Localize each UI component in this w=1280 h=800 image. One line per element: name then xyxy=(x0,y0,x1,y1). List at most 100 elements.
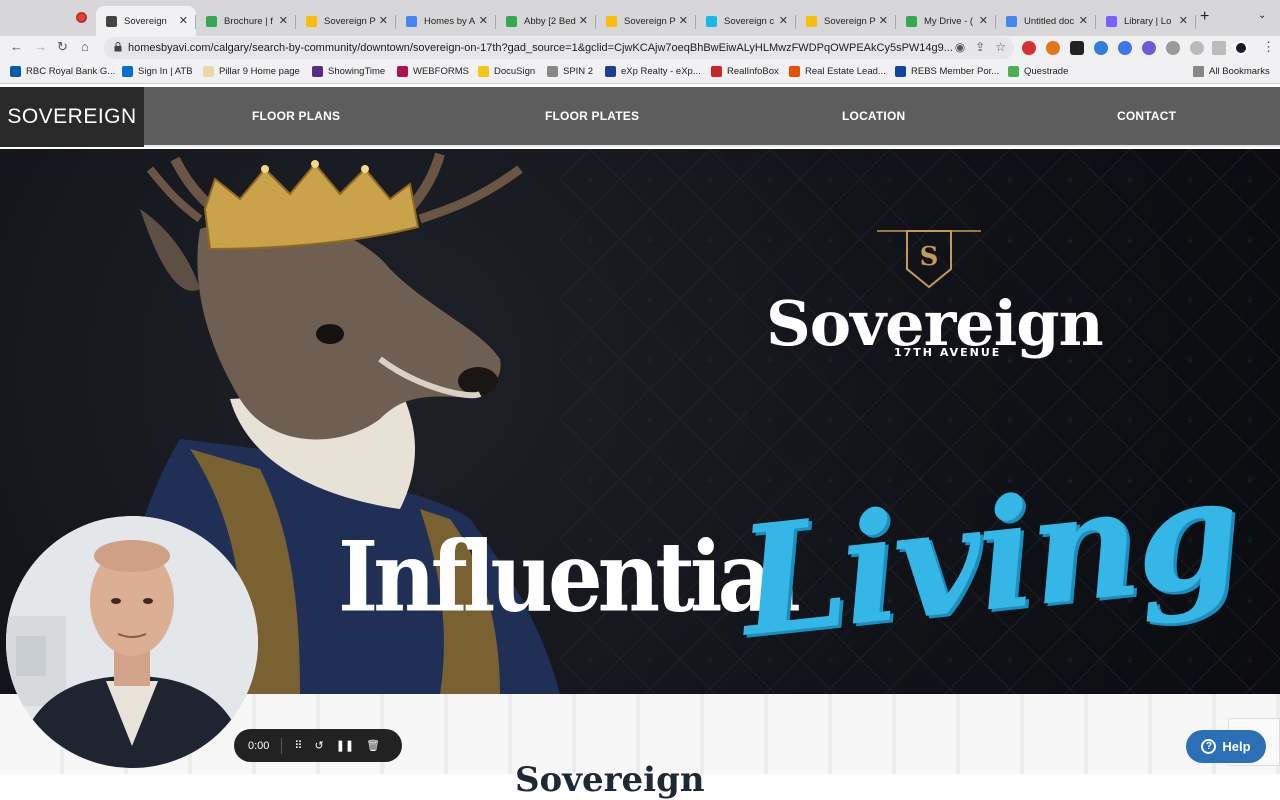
browser-tab[interactable]: Homes by A ✕ xyxy=(396,6,496,36)
close-tab-icon[interactable]: ✕ xyxy=(1179,14,1188,27)
tab-title: Sovereign P xyxy=(824,15,876,27)
drag-handle-icon[interactable]: ⠿ xyxy=(294,739,302,752)
new-tab-button[interactable]: + xyxy=(1200,8,1209,26)
nav-contact[interactable]: CONTACT xyxy=(1117,109,1176,123)
bookmark-item[interactable]: WEBFORMS xyxy=(397,66,469,77)
bookmark-favicon-icon xyxy=(711,66,722,77)
bookmark-item[interactable]: RBC Royal Bank G... xyxy=(10,66,115,77)
profile-avatar[interactable] xyxy=(1234,41,1248,55)
extension-icon[interactable] xyxy=(1094,41,1108,55)
extension-icon[interactable] xyxy=(1142,41,1156,55)
bookmark-favicon-icon xyxy=(478,66,489,77)
bookmark-favicon-icon xyxy=(122,66,133,77)
browser-tab[interactable]: Sovereign P ✕ xyxy=(596,6,696,36)
close-tab-icon[interactable]: ✕ xyxy=(179,14,188,27)
address-bar[interactable]: homesbyavi.com/calgary/search-by-communi… xyxy=(104,37,1014,59)
presenter-avatar xyxy=(6,516,258,768)
bookmark-item[interactable]: eXp Realty - eXp... xyxy=(605,66,701,77)
recording-timer: 0:00 xyxy=(248,739,270,752)
all-bookmarks-folder[interactable]: All Bookmarks xyxy=(1193,66,1270,77)
nav-floor-plans[interactable]: FLOOR PLANS xyxy=(252,109,340,123)
browser-tab[interactable]: Abby [2 Bed ✕ xyxy=(496,6,596,36)
browser-tab[interactable]: Sovereign c ✕ xyxy=(696,6,796,36)
tab-favicon-icon xyxy=(306,16,317,27)
bookmark-label: RBC Royal Bank G... xyxy=(26,66,116,77)
puzzle-icon[interactable] xyxy=(1166,41,1180,55)
extension-icon[interactable] xyxy=(1118,41,1132,55)
bookmark-item[interactable]: Pillar 9 Home page xyxy=(203,66,300,77)
browser-tab[interactable]: Library | Lo ✕ xyxy=(1096,6,1196,36)
reading-list-icon[interactable] xyxy=(1190,41,1204,55)
tab-search-chevron-icon[interactable]: ⌄ xyxy=(1258,10,1266,21)
menu-dots-icon[interactable]: ⋮ xyxy=(1262,39,1275,55)
close-tab-icon[interactable]: ✕ xyxy=(1079,14,1088,27)
section-title: Sovereign xyxy=(515,760,705,800)
webcam-bubble[interactable] xyxy=(6,516,258,768)
site-header: SOVEREIGN FLOOR PLANS FLOOR PLATES LOCAT… xyxy=(0,87,1280,147)
back-arrow-icon[interactable]: ← xyxy=(10,39,23,54)
browser-tab[interactable]: Untitled doc ✕ xyxy=(996,6,1096,36)
close-tab-icon[interactable]: ✕ xyxy=(479,14,488,27)
browser-tab-bar: Sovereign ✕ Brochure | f ✕ Sovereign P ✕ Homes… xyxy=(0,0,1280,36)
side-panel-icon[interactable] xyxy=(1212,41,1226,55)
pause-icon[interactable]: ❚❚ xyxy=(336,739,354,752)
browser-tab[interactable]: Brochure | f ✕ xyxy=(196,6,296,36)
bookmark-item[interactable]: Questrade xyxy=(1008,66,1068,77)
browser-tab[interactable]: Sovereign ✕ xyxy=(96,6,196,36)
close-tab-icon[interactable]: ✕ xyxy=(879,14,888,27)
folder-icon xyxy=(1193,66,1204,77)
forward-arrow-icon[interactable]: → xyxy=(34,39,47,54)
bookmark-label: RealInfoBox xyxy=(727,66,779,77)
bookmark-star-icon[interactable]: ☆ xyxy=(995,40,1006,54)
close-tab-icon[interactable]: ✕ xyxy=(779,14,788,27)
metamask-extension-icon[interactable] xyxy=(1046,41,1060,55)
recording-indicator-icon xyxy=(76,12,87,23)
reload-icon[interactable]: ↻ xyxy=(57,39,68,55)
bookmark-label: eXp Realty - eXp... xyxy=(621,66,701,77)
nav-location[interactable]: LOCATION xyxy=(842,109,905,123)
bookmark-item[interactable]: DocuSign xyxy=(478,66,535,77)
tab-title: Untitled doc xyxy=(1024,15,1075,27)
bookmark-label: Real Estate Lead... xyxy=(805,66,886,77)
bookmark-item[interactable]: ShowingTime xyxy=(312,66,385,77)
bookmark-item[interactable]: Real Estate Lead... xyxy=(789,66,886,77)
bookmark-item[interactable]: Sign In | ATB xyxy=(122,66,193,77)
crest-letter: S xyxy=(920,242,939,272)
tab-favicon-icon xyxy=(906,16,917,27)
delete-icon[interactable]: 🗑 xyxy=(366,739,380,752)
browser-tab[interactable]: Sovereign P ✕ xyxy=(296,6,396,36)
tab-favicon-icon xyxy=(706,16,717,27)
bookmark-label: REBS Member Por... xyxy=(911,66,1000,77)
share-icon[interactable]: ⇪ xyxy=(975,40,985,54)
browser-tab[interactable]: My Drive - ( ✕ xyxy=(896,6,996,36)
help-button[interactable]: ? Help xyxy=(1186,730,1266,763)
adblock-extension-icon[interactable] xyxy=(1022,41,1036,55)
bookmark-favicon-icon xyxy=(789,66,800,77)
tab-title: Homes by A xyxy=(424,15,476,27)
browser-tab[interactable]: Sovereign P ✕ xyxy=(796,6,896,36)
close-tab-icon[interactable]: ✕ xyxy=(579,14,588,27)
close-tab-icon[interactable]: ✕ xyxy=(979,14,988,27)
tagline-influential: Influential xyxy=(338,521,801,635)
tab-title: Sovereign c xyxy=(724,15,775,27)
bookmark-item[interactable]: RealInfoBox xyxy=(711,66,779,77)
restart-icon[interactable]: ↺ xyxy=(314,739,323,752)
tab-title: Brochure | f xyxy=(224,15,273,27)
bookmark-item[interactable]: REBS Member Por... xyxy=(895,66,999,77)
bookmark-label: ShowingTime xyxy=(328,66,386,77)
tab-title: My Drive - ( xyxy=(924,15,974,27)
bookmark-item[interactable]: SPIN 2 xyxy=(547,66,593,77)
close-tab-icon[interactable]: ✕ xyxy=(379,14,388,27)
url-text: homesbyavi.com/calgary/search-by-communi… xyxy=(128,42,953,54)
home-icon[interactable]: ⌂ xyxy=(81,39,89,54)
tab-favicon-icon xyxy=(206,16,217,27)
bookmark-label: Sign In | ATB xyxy=(138,66,193,77)
google-lens-icon[interactable]: ◉ xyxy=(955,40,965,54)
close-tab-icon[interactable]: ✕ xyxy=(679,14,688,27)
bookmark-favicon-icon xyxy=(547,66,558,77)
extension-icon[interactable] xyxy=(1070,41,1084,55)
nav-floor-plates[interactable]: FLOOR PLATES xyxy=(545,109,639,123)
bookmark-favicon-icon xyxy=(10,66,21,77)
close-tab-icon[interactable]: ✕ xyxy=(279,14,288,27)
site-logo[interactable]: SOVEREIGN xyxy=(0,87,144,147)
